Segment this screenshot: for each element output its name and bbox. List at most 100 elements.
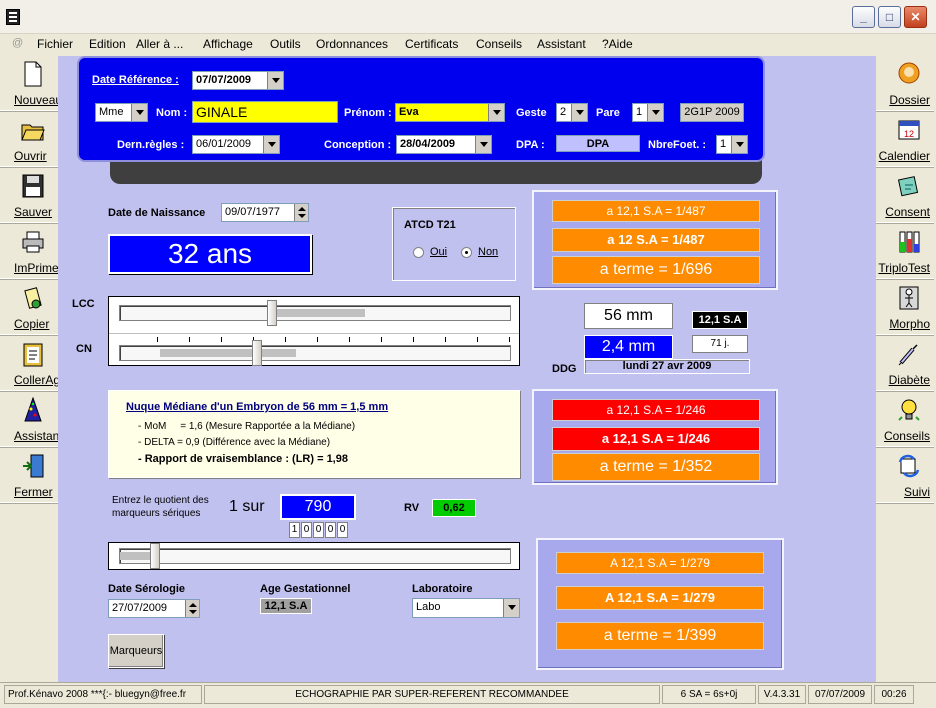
- toolbar-close-button[interactable]: Fermer: [0, 448, 58, 503]
- toolbar-consent-label: Consent: [885, 205, 930, 219]
- derniers-regles-select[interactable]: 06/01/2009: [192, 135, 280, 154]
- morphology-figure-icon: [899, 286, 919, 310]
- printer-icon: [22, 231, 44, 253]
- atcd-non-radio[interactable]: [461, 247, 472, 258]
- toolbar-paste-label: CollerAg: [14, 373, 61, 387]
- menu-ordonnances[interactable]: Ordonnances: [316, 37, 388, 51]
- toolbar-calendar-button[interactable]: 12 Calendier: [876, 112, 934, 167]
- nbrefoet-label: NbreFoet. :: [648, 139, 707, 151]
- lightbulb-icon: [898, 399, 920, 421]
- risk-age-terme: a terme = 1/696: [552, 256, 760, 284]
- toolbar-dossier-button[interactable]: Dossier: [876, 56, 934, 111]
- serum-slider-thumb[interactable]: [150, 543, 160, 569]
- menu-conseils[interactable]: Conseils: [476, 37, 522, 51]
- nuque-info-title: Nuque Médiane d'un Embryon de 56 mm = 1,…: [126, 401, 389, 413]
- date-reference-select[interactable]: 07/07/2009: [192, 71, 284, 90]
- title-bar: _ □ ✕: [0, 0, 936, 34]
- toolbar-consent-button[interactable]: Consent: [876, 168, 934, 223]
- cn-slider-range: [160, 349, 296, 357]
- cn-tick-marks: [157, 337, 517, 342]
- status-time: 00:26: [874, 685, 914, 704]
- toolbar-morpho-label: Morpho: [889, 317, 930, 331]
- dpa-field: DPA: [556, 135, 640, 152]
- quotient-digit[interactable]: 0: [325, 522, 336, 538]
- birth-date-input[interactable]: 09/07/1977: [221, 203, 309, 222]
- toolbar-conseils-button[interactable]: Conseils: [876, 392, 934, 447]
- dpa-label: DPA :: [516, 139, 545, 151]
- quotient-digit[interactable]: 0: [337, 522, 348, 538]
- syringe-icon: [898, 344, 918, 366]
- svg-text:12: 12: [904, 129, 914, 139]
- serum-slider-track[interactable]: [119, 543, 511, 569]
- quotient-digit[interactable]: 0: [313, 522, 324, 538]
- age-display: 32 ans: [108, 234, 312, 274]
- laboratory-select[interactable]: Labo: [412, 598, 520, 618]
- menu-affichage[interactable]: Affichage: [203, 37, 253, 51]
- conception-value: 28/04/2009: [400, 138, 456, 150]
- status-sa: 6 SA = 6s+0j: [662, 685, 756, 704]
- cn-slider-track[interactable]: [119, 340, 511, 366]
- risk-serology-current: A 12,1 S.A = 1/279: [556, 552, 764, 574]
- rv-value: 0,62: [432, 499, 476, 517]
- menu-aide[interactable]: ?Aide: [602, 37, 633, 51]
- toolbar-open-button[interactable]: Ouvrir: [0, 112, 58, 167]
- toolbar-calendar-label: Calendier: [878, 149, 930, 163]
- toolbar-dossier-label: Dossier: [889, 93, 930, 107]
- toolbar-copy-button[interactable]: Copier: [0, 280, 58, 335]
- menu-aller[interactable]: Aller à ...: [136, 37, 183, 51]
- toolbar-print-label: ImPrimer: [14, 261, 63, 275]
- menu-edition[interactable]: Edition: [89, 37, 126, 51]
- toolbar-new-button[interactable]: Nouveau: [0, 56, 62, 111]
- menu-at-icon: @: [12, 37, 24, 49]
- toolbar-print-button[interactable]: ImPrimer: [0, 224, 63, 279]
- toolbar-assistant-label: Assistant: [14, 429, 63, 443]
- menu-assistant[interactable]: Assistant: [537, 37, 586, 51]
- civilite-select[interactable]: Mme: [95, 103, 148, 122]
- prenom-input[interactable]: Eva: [395, 103, 505, 122]
- nbrefoet-select[interactable]: 1: [716, 135, 748, 154]
- toolbar-morpho-button[interactable]: Morpho: [876, 280, 934, 335]
- toolbar-open-label: Ouvrir: [14, 149, 47, 163]
- toolbar-save-button[interactable]: Sauver: [0, 168, 58, 223]
- birth-date-label: Date de Naissance: [108, 207, 206, 219]
- days-field: 71 j.: [692, 335, 748, 353]
- rv-label: RV: [404, 502, 420, 514]
- quotient-input[interactable]: 790: [280, 494, 356, 520]
- lcc-slider-track[interactable]: [119, 300, 511, 326]
- maximize-button[interactable]: □: [878, 6, 901, 28]
- prenom-label: Prénom :: [344, 107, 392, 119]
- quotient-label-line1: Entrez le quotient des: [112, 495, 209, 506]
- serology-date-input[interactable]: 27/07/2009: [108, 599, 200, 618]
- geste-select[interactable]: 2: [556, 103, 588, 122]
- close-button[interactable]: ✕: [904, 6, 927, 28]
- radio-dot-icon: [465, 251, 468, 254]
- conception-select[interactable]: 28/04/2009: [396, 135, 492, 154]
- nom-input[interactable]: GINALE: [192, 101, 338, 123]
- gestational-age-value: 12,1 S.A: [260, 598, 312, 614]
- lcc-slider-thumb[interactable]: [267, 300, 277, 326]
- markers-button[interactable]: Marqueurs: [108, 634, 164, 668]
- open-folder-icon: [21, 124, 45, 141]
- status-date: 07/07/2009: [808, 685, 872, 704]
- status-message: ECHOGRAPHIE PAR SUPER-REFERENT RECOMMAND…: [204, 685, 660, 704]
- risk-age-current: a 12,1 S.A = 1/487: [552, 200, 760, 222]
- quotient-digit[interactable]: 0: [301, 522, 312, 538]
- toolbar-suivi-button[interactable]: Suivi: [876, 448, 934, 503]
- pare-select[interactable]: 1: [632, 103, 664, 122]
- toolbar-paste-button[interactable]: CollerAg: [0, 336, 61, 391]
- serum-slider-panel: [108, 542, 520, 570]
- toolbar-diabete-button[interactable]: Diabète: [876, 336, 934, 391]
- nuque-info-mom: - MoM = 1,6 (Mesure Rapportée a la Média…: [138, 421, 356, 432]
- toolbar-triplotest-button[interactable]: TriploTest: [876, 224, 934, 279]
- status-version: V.4.3.31: [758, 685, 806, 704]
- menu-certificats[interactable]: Certificats: [405, 37, 458, 51]
- quotient-digit[interactable]: 1: [289, 522, 300, 538]
- menu-outils[interactable]: Outils: [270, 37, 301, 51]
- date-reference-label: Date Référence :: [92, 74, 179, 86]
- menu-fichier[interactable]: Fichier: [37, 37, 73, 51]
- toolbar-assistant-button[interactable]: Assistant: [0, 392, 63, 447]
- clipboard-icon: [23, 343, 43, 367]
- minimize-button[interactable]: _: [852, 6, 875, 28]
- cn-slider-thumb[interactable]: [252, 340, 262, 366]
- atcd-oui-radio[interactable]: [413, 247, 424, 258]
